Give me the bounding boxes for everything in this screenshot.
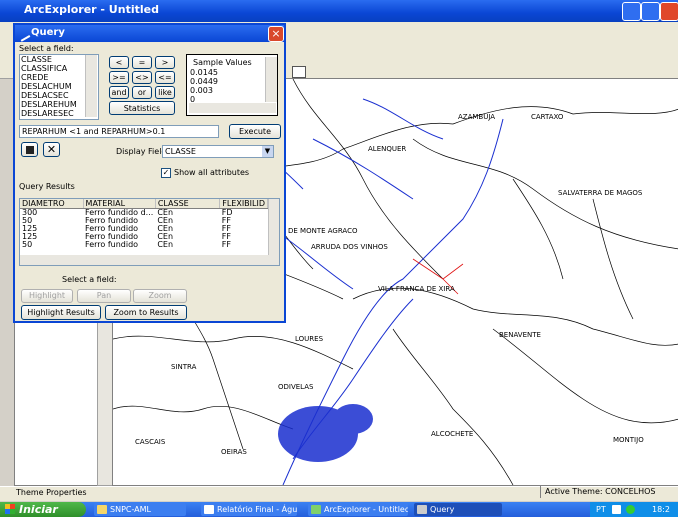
map-label: VILA FRANCA DE XIRA	[378, 285, 455, 293]
display-field-value: CLASSE	[165, 147, 196, 156]
main-window-title: ArcExplorer - Untitled	[24, 3, 159, 16]
op-less-button[interactable]: <	[109, 56, 129, 69]
query-results-label: Query Results	[19, 182, 75, 191]
save-icon	[25, 146, 34, 154]
table-cell: FF	[221, 240, 231, 249]
zoom-button[interactable]: Zoom	[133, 289, 187, 303]
clock: 18:2	[652, 505, 670, 514]
properties-icon[interactable]	[292, 66, 306, 78]
display-field-select[interactable]: CLASSE	[162, 145, 274, 158]
field-list-scrollbar[interactable]	[85, 55, 97, 117]
sample-value[interactable]: 0.003	[190, 86, 213, 95]
map-label: OEIRAS	[221, 448, 247, 456]
task-label: SNPC-AML	[110, 505, 152, 514]
task-snpc[interactable]: SNPC-AML	[94, 503, 186, 516]
op-and-button[interactable]: and	[109, 86, 129, 99]
task-label: Relatório Final - Água...	[217, 505, 297, 514]
network-icon[interactable]	[626, 505, 635, 514]
map-label: ALCOCHETE	[431, 430, 473, 438]
results-vscrollbar[interactable]	[268, 199, 279, 255]
op-like-button[interactable]: like	[155, 86, 175, 99]
map-label: SALVATERRA DE MAGOS	[558, 189, 643, 197]
map-label: LOURES	[295, 335, 324, 343]
op-greater-button[interactable]: >	[155, 56, 175, 69]
show-all-attributes-checkbox[interactable]: ✓	[161, 168, 171, 178]
minimize-button[interactable]	[622, 2, 641, 21]
task-relatorio[interactable]: Relatório Final - Água...	[201, 503, 297, 516]
map-label: DE MONTE AGRACO	[288, 227, 358, 235]
document-icon	[204, 505, 214, 514]
pan-button[interactable]: Pan	[77, 289, 131, 303]
highlight-results-button[interactable]: Highlight Results	[21, 305, 101, 320]
execute-button[interactable]: Execute	[229, 124, 281, 139]
show-all-attributes-label: Show all attributes	[174, 168, 250, 177]
map-label: MONTIJO	[613, 436, 644, 444]
task-label: ArcExplorer - Untitled	[324, 505, 408, 514]
start-label: Iniciar	[19, 503, 58, 516]
task-query[interactable]: Query	[414, 503, 502, 516]
table-cell: Ferro fundido	[85, 240, 139, 249]
language-indicator[interactable]: PT	[596, 502, 606, 517]
chevron-down-icon[interactable]: ▼	[262, 146, 273, 157]
query-close-button[interactable]: ×	[268, 26, 284, 42]
op-neq-button[interactable]: <>	[132, 71, 152, 84]
map-label: SINTRA	[171, 363, 197, 371]
save-button[interactable]	[21, 142, 38, 157]
select-field-label-2: Select a field:	[62, 275, 117, 284]
select-field-label: Select a field:	[19, 44, 74, 53]
sample-values-hscrollbar[interactable]	[189, 103, 276, 113]
clear-button[interactable]: ✕	[43, 142, 60, 157]
sample-value[interactable]: 0.0145	[190, 68, 218, 77]
map-label: CARTAXO	[531, 113, 564, 121]
map-label: ARRUDA DOS VINHOS	[311, 243, 388, 251]
table-cell: CEn	[157, 240, 174, 249]
windows-logo-icon	[5, 504, 15, 514]
task-label: Query	[430, 505, 455, 514]
sample-values-scrollbar[interactable]	[265, 57, 277, 102]
table-row[interactable]: 50 Ferro fundido CEn FF	[20, 241, 268, 249]
table-cell: 50	[22, 240, 33, 249]
help-icon[interactable]	[612, 505, 621, 514]
folder-icon	[97, 505, 107, 514]
close-button[interactable]	[660, 2, 678, 21]
map-label: ALENQUER	[368, 145, 406, 153]
query-icon	[417, 505, 427, 514]
status-theme-properties: Theme Properties	[16, 488, 87, 497]
results-hscrollbar[interactable]	[20, 255, 279, 265]
results-grid: DIAMETRO MATERIAL CLASSE FLEXIBILID 300 F…	[20, 199, 268, 249]
map-label: CASCAIS	[135, 438, 166, 446]
query-expression-input[interactable]: REPARHUM <1 and REPARHUM>0.1	[19, 125, 219, 138]
query-dialog: Query × Select a field: CLASSE CLASSIFIC…	[13, 23, 286, 323]
sample-values-box[interactable]: Sample Values 0.0145 0.0449 0.003 0	[186, 54, 278, 116]
sample-values-label: Sample Values	[193, 58, 252, 67]
highlight-button[interactable]: Highlight	[21, 289, 73, 303]
maximize-button[interactable]	[641, 2, 660, 21]
status-active-theme: Active Theme: CONCELHOS	[540, 486, 678, 498]
task-arcexplorer[interactable]: ArcExplorer - Untitled	[308, 503, 408, 516]
query-title: Query	[31, 27, 65, 38]
system-tray: PT 18:2	[590, 502, 678, 517]
op-lte-button[interactable]: <=	[155, 71, 175, 84]
map-label: BENAVENTE	[499, 331, 541, 339]
query-results-table[interactable]: DIAMETRO MATERIAL CLASSE FLEXIBILID 300 F…	[19, 198, 280, 266]
op-equal-button[interactable]: =	[132, 56, 152, 69]
map-label: AZAMBUJA	[458, 113, 495, 121]
sample-value[interactable]: 0.0449	[190, 77, 218, 86]
clear-icon: ✕	[46, 143, 57, 156]
start-button[interactable]: Iniciar	[0, 502, 86, 517]
statistics-button[interactable]: Statistics	[109, 101, 175, 115]
op-gte-button[interactable]: >=	[109, 71, 129, 84]
op-or-button[interactable]: or	[132, 86, 152, 99]
zoom-to-results-button[interactable]: Zoom to Results	[105, 305, 187, 320]
globe-icon	[311, 505, 321, 514]
map-label: ODIVELAS	[278, 383, 314, 391]
